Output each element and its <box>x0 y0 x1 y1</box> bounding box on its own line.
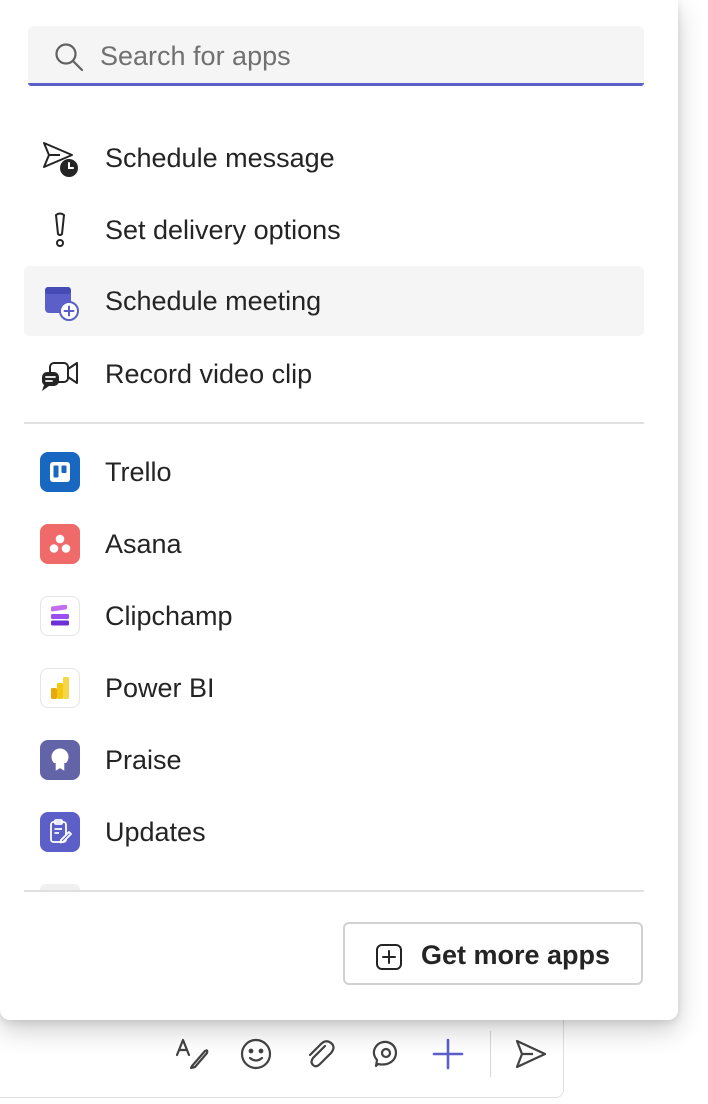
updates-icon <box>40 812 80 852</box>
add-button[interactable] <box>416 1032 480 1076</box>
menu-item-label: Schedule meeting <box>105 286 322 316</box>
emoji-icon <box>240 1038 272 1070</box>
app-item-clipchamp[interactable]: Clipchamp <box>24 581 644 651</box>
attach-icon <box>308 1040 335 1068</box>
emoji-button[interactable] <box>224 1032 288 1076</box>
menu-item-record-video-clip[interactable]: Record video clip <box>24 339 644 409</box>
app-item-label: Power BI <box>105 673 215 703</box>
format-button[interactable] <box>160 1032 224 1076</box>
get-more-apps-button[interactable]: Get more apps <box>343 922 643 985</box>
get-more-apps-label: Get more apps <box>421 940 611 970</box>
compose-toolbar <box>160 1031 563 1077</box>
menu-item-label: Schedule message <box>105 143 335 173</box>
power-bi-icon <box>40 668 80 708</box>
clipchamp-icon <box>40 596 80 636</box>
toolbar-divider <box>490 1031 491 1077</box>
app-item-updates[interactable]: Updates <box>24 797 644 867</box>
send-icon <box>515 1039 547 1069</box>
app-item-trello[interactable]: Trello <box>24 437 644 507</box>
attach-button[interactable] <box>288 1032 352 1076</box>
praise-icon <box>40 740 80 780</box>
send-clock-icon <box>43 142 78 177</box>
calendar-add-icon <box>45 287 79 321</box>
add-square-icon <box>376 944 402 970</box>
loop-button[interactable] <box>352 1032 416 1076</box>
app-item-label: Praise <box>105 745 182 775</box>
menu-item-label: Record video clip <box>105 359 313 389</box>
menu-item-schedule-message[interactable]: Schedule message <box>24 123 644 193</box>
loop-icon <box>372 1040 398 1068</box>
footer-divider <box>24 890 644 892</box>
menu-item-set-delivery-options[interactable]: Set delivery options <box>24 195 644 265</box>
app-item-label: Trello <box>105 457 172 487</box>
menu-item-label: Set delivery options <box>105 215 341 245</box>
video-clip-icon <box>42 362 78 391</box>
send-button[interactable] <box>499 1032 563 1076</box>
asana-icon <box>40 524 80 564</box>
menu-divider <box>24 422 644 424</box>
app-item-label: Clipchamp <box>105 601 233 631</box>
app-search-box[interactable] <box>28 26 644 86</box>
format-text-icon <box>175 1038 209 1070</box>
app-item-praise[interactable]: Praise <box>24 725 644 795</box>
trello-icon <box>40 452 80 492</box>
search-icon <box>55 43 84 72</box>
add-icon <box>432 1038 464 1070</box>
app-item-label: Updates <box>105 817 206 847</box>
search-input[interactable] <box>98 36 622 76</box>
app-item-power-bi[interactable]: Power BI <box>24 653 644 723</box>
menu-item-schedule-meeting[interactable]: Schedule meeting <box>24 266 644 336</box>
app-item-asana[interactable]: Asana <box>24 509 644 579</box>
exclamation-icon <box>55 212 65 247</box>
app-item-label: Asana <box>105 529 182 559</box>
apps-flyout: Schedule message Set delivery options Sc… <box>0 0 678 1020</box>
